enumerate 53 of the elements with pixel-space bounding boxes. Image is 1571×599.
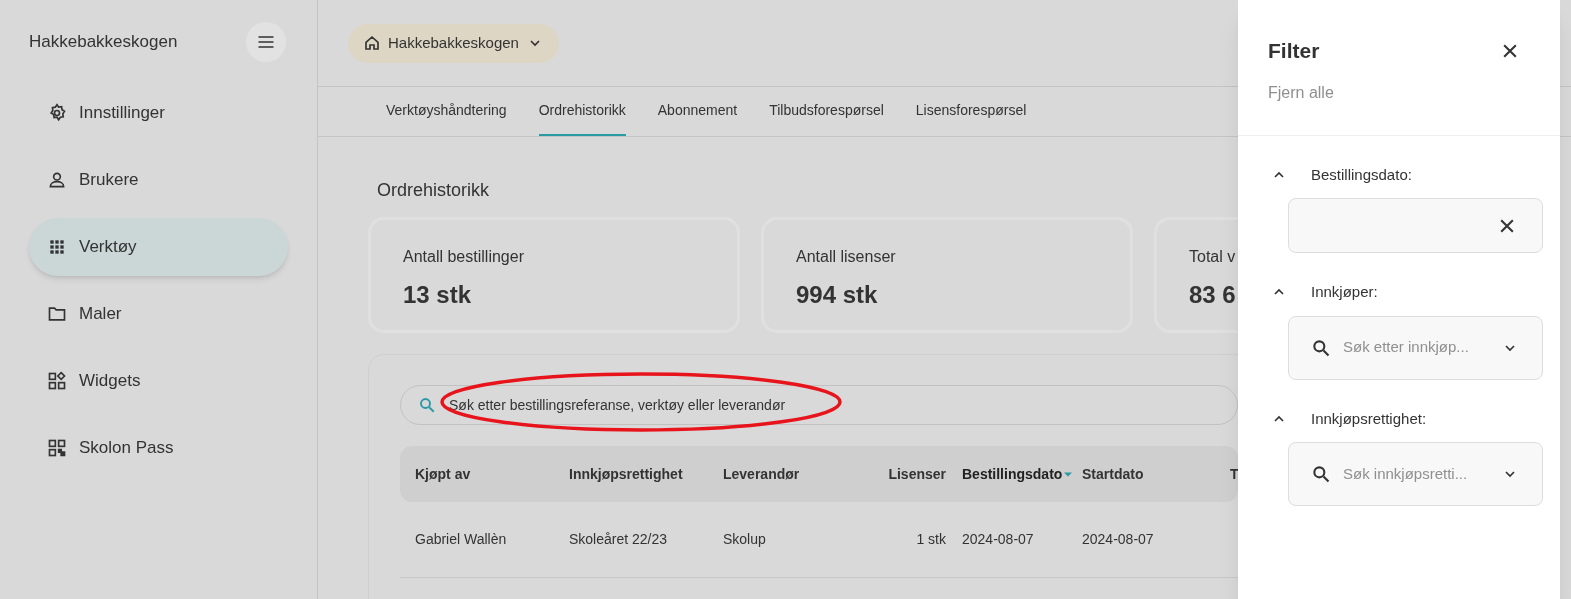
table-cell: Gabriel Wallèn [415, 531, 507, 547]
location-chip[interactable]: Hakkebakkeskogen [348, 23, 559, 63]
sidebar-item[interactable]: Widgets [29, 352, 288, 410]
gear-icon [47, 103, 67, 123]
sidebar-item[interactable]: Maler [29, 285, 288, 343]
sidebar-item[interactable]: Innstillinger [29, 84, 288, 142]
table-cell: 2024-08-07 [1082, 531, 1154, 547]
search-icon [418, 396, 436, 414]
table-cell: Skolup [723, 531, 766, 547]
table-cell: 2024-08-07 [962, 531, 1034, 547]
column-header[interactable]: Bestillingsdato [962, 463, 1063, 485]
select-placeholder: Søk etter innkjøp... [1343, 337, 1470, 358]
widgets-icon [47, 371, 67, 391]
sidebar-title: Hakkebakkeskogen [29, 31, 178, 54]
folder-icon [47, 304, 67, 324]
page-title: Ordrehistorikk [376, 179, 491, 201]
search-field[interactable]: Søk etter bestillingsreferanse, verktøy eller leverandør [400, 385, 1238, 425]
tab[interactable]: Abonnement [657, 87, 738, 136]
tab[interactable]: Lisensforespørsel [915, 87, 1027, 136]
grid-icon [47, 237, 67, 257]
sidebar-item[interactable]: Brukere [29, 151, 288, 209]
table-cell: 1 stk [916, 531, 946, 547]
menu-button[interactable] [246, 22, 286, 62]
date-field[interactable] [1288, 198, 1543, 253]
qr-icon [47, 438, 67, 458]
column-header[interactable]: T [1230, 463, 1239, 485]
stat-value: 83 6 [1189, 280, 1236, 310]
select-placeholder: Søk innkjøpsretti... [1343, 463, 1469, 484]
column-header[interactable]: Innkjøpsrettighet [569, 463, 683, 485]
stat-label: Antall lisenser [796, 247, 896, 267]
tab[interactable]: Tilbudsforespørsel [769, 87, 884, 136]
column-header[interactable]: Lisenser [888, 463, 946, 485]
column-header[interactable]: Leverandør [723, 463, 800, 485]
sidebar-item[interactable]: Skolon Pass [29, 419, 288, 477]
search-icon [1311, 464, 1331, 484]
sort-icon [1064, 470, 1073, 478]
table-cell: Skoleåret 22/23 [569, 531, 668, 547]
filter-label: Innkjøpsrettighet: [1311, 408, 1427, 429]
column-header[interactable]: Kjøpt av [415, 463, 471, 485]
stat-value: 13 stk [403, 280, 472, 310]
panel-title: Filter [1268, 38, 1320, 64]
home-icon [364, 35, 380, 51]
stat-label: Antall bestillinger [403, 247, 524, 267]
stat-label: Total v [1189, 247, 1236, 267]
filter-label: Innkjøper: [1311, 282, 1378, 302]
tab[interactable]: Ordrehistorikk [538, 87, 626, 136]
person-icon [47, 170, 67, 190]
tab[interactable]: Verktøyshåndtering [386, 87, 507, 136]
stat-value: 994 stk [796, 280, 878, 310]
filter-label: Bestillingsdato: [1311, 164, 1412, 185]
column-header[interactable]: Startdato [1082, 463, 1144, 485]
search-icon [1311, 337, 1331, 358]
sidebar-item[interactable]: Verktøy [29, 218, 288, 276]
